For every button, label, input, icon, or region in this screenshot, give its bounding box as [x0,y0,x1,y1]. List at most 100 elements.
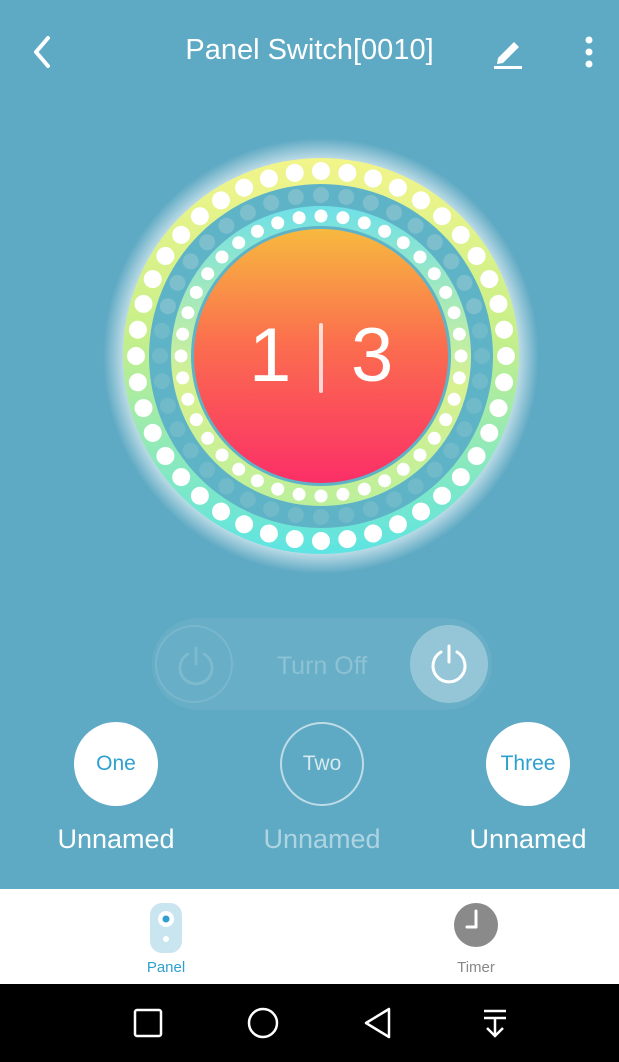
led-dot [443,253,460,270]
led-dot [413,250,427,264]
more-vertical-icon[interactable] [574,32,604,72]
led-dot [467,247,486,265]
led-dot [427,267,441,281]
led-dot [287,507,304,523]
led-dot [480,270,499,289]
led-dot [451,468,470,487]
tab-timer-label: Timer [457,959,495,976]
led-dot [388,515,407,534]
switch-two-button[interactable]: Two [280,722,364,806]
led-dot [472,322,488,339]
led-dot [172,225,191,244]
led-dot [239,491,256,508]
led-dot [312,532,330,550]
led-dot [474,348,490,364]
led-dot [338,163,357,182]
home-circle-icon[interactable] [242,1002,284,1044]
led-dot [364,524,383,543]
led-dot [143,423,162,442]
power-on-button[interactable] [155,625,233,703]
led-dot [134,399,153,418]
led-dot [386,491,403,508]
led-dot [218,217,235,234]
led-dot [451,225,470,244]
power-off-button[interactable] [410,625,488,703]
recents-square-icon[interactable] [127,1002,169,1044]
led-dot [159,397,176,414]
led-dot [407,478,424,495]
led-dot [250,224,264,238]
led-dot [314,489,328,503]
led-dot [212,502,230,521]
led-dot [336,211,350,225]
led-dot [285,530,304,549]
led-dot [174,349,188,363]
led-dot [312,162,330,180]
switch-three-name[interactable]: Unnamed [448,824,608,855]
led-dot [454,349,468,363]
switch-one-button[interactable]: One [74,722,158,806]
led-dot [154,373,170,390]
led-dot [172,468,191,487]
led-dot [235,178,254,197]
led-dot [169,421,186,438]
led-dot [176,371,190,385]
switch-three-button[interactable]: Three [486,722,570,806]
led-dot [182,442,199,459]
led-dot [495,373,514,392]
led-dot [199,234,216,251]
led-dot [271,216,285,230]
switch-status-dial: 1 3 [103,138,539,574]
led-dot [292,211,306,225]
led-dot [412,191,430,210]
led-dot [452,371,466,385]
led-dot [433,486,452,505]
led-dot [127,347,145,365]
tab-timer[interactable]: Timer [406,889,546,984]
led-dot [287,189,304,205]
led-dot [426,461,443,478]
led-dot [357,216,371,230]
led-dot [134,294,153,313]
led-dot [388,178,407,197]
tab-panel[interactable]: Panel [96,889,236,984]
led-dot [259,524,278,543]
back-triangle-icon[interactable] [357,1002,399,1044]
led-dot [495,320,514,339]
led-dot [215,250,229,264]
power-icon [431,644,467,684]
led-dot [396,462,410,476]
system-navigation-bar [0,984,619,1062]
pencil-icon[interactable] [490,34,526,70]
led-dot [313,509,329,525]
led-dot [466,397,483,414]
led-dot [128,320,147,339]
led-dot [218,478,235,495]
led-dot [439,413,453,427]
led-dot [467,447,486,465]
led-dot [338,530,357,549]
led-dot [232,236,246,250]
led-dot [362,194,379,211]
switch-one-name[interactable]: Unnamed [36,824,196,855]
led-dot [378,474,392,488]
led-dot [386,204,403,221]
switch-two-name[interactable]: Unnamed [242,824,402,855]
led-dot [235,515,254,534]
led-dot [433,207,452,226]
led-dot [201,267,215,281]
led-dot [152,348,168,364]
notification-pull-icon[interactable] [474,1002,516,1044]
led-dot [143,270,162,289]
power-control: Turn Off [152,618,492,710]
led-dot [456,274,473,291]
panel-screen: Panel Switch[0010] 1 3 Turn Off One Two … [0,0,619,889]
led-dot [447,392,461,406]
led-dot [176,327,190,341]
power-icon [178,646,214,686]
led-dot [271,482,285,496]
led-dot [239,204,256,221]
led-dot [313,187,329,203]
led-dot [128,373,147,392]
led-dot [232,462,246,476]
